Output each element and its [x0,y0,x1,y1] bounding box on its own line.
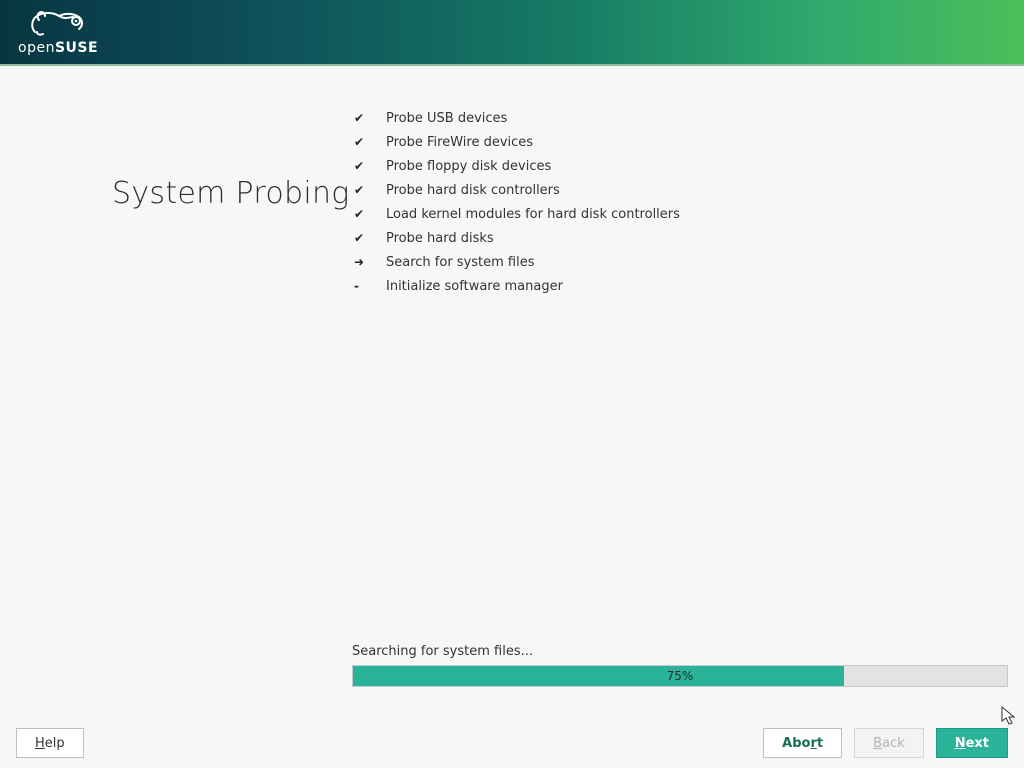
header: openSUSE [0,0,1024,66]
content-area: System Probing Probe USB devices Probe Fi… [0,66,1024,768]
next-mnemonic: N [955,736,966,751]
probe-step: Probe USB devices [354,106,680,130]
abort-rest: t [817,736,823,751]
progress-bar: 75% [352,665,1008,687]
next-button[interactable]: Next [936,728,1008,758]
dash-icon [354,279,386,293]
help-rest: elp [45,736,65,751]
probe-step-label: Search for system files [386,255,535,270]
page-title: System Probing [112,176,350,211]
arrow-icon [354,255,386,269]
probe-step: Probe hard disks [354,226,680,250]
button-bar: Help Abort Back Next [16,728,1008,758]
probe-step: Probe hard disk controllers [354,178,680,202]
probe-step-label: Load kernel modules for hard disk contro… [386,207,680,222]
back-button: Back [854,728,924,758]
probe-step-label: Probe floppy disk devices [386,159,551,174]
abort-a: Abo [782,736,810,751]
help-button[interactable]: Help [16,728,84,758]
probe-step: Probe floppy disk devices [354,154,680,178]
brand-text: openSUSE [18,40,98,56]
progress-label: Searching for system files... [352,644,1008,659]
chameleon-icon [29,8,87,38]
probe-step-label: Probe USB devices [386,111,507,126]
check-icon [354,231,386,245]
check-icon [354,183,386,197]
probe-step: Search for system files [354,250,680,274]
abort-button[interactable]: Abort [763,728,842,758]
next-rest: ext [966,736,989,751]
back-mnemonic: B [873,736,882,751]
probe-step-label: Probe FireWire devices [386,135,533,150]
probe-list: Probe USB devices Probe FireWire devices P… [354,106,680,298]
help-mnemonic: H [35,736,45,751]
opensuse-logo: openSUSE [18,8,98,56]
progress-area: Searching for system files... 75% [352,644,1008,687]
back-rest: ack [882,736,905,751]
probe-step-label: Probe hard disk controllers [386,183,560,198]
check-icon [354,159,386,173]
probe-step-label: Initialize software manager [386,279,563,294]
check-icon [354,111,386,125]
probe-step-label: Probe hard disks [386,231,494,246]
check-icon [354,207,386,221]
progress-percent-text: 75% [353,666,1007,686]
probe-step: Load kernel modules for hard disk contro… [354,202,680,226]
probe-step: Initialize software manager [354,274,680,298]
probe-step: Probe FireWire devices [354,130,680,154]
check-icon [354,135,386,149]
